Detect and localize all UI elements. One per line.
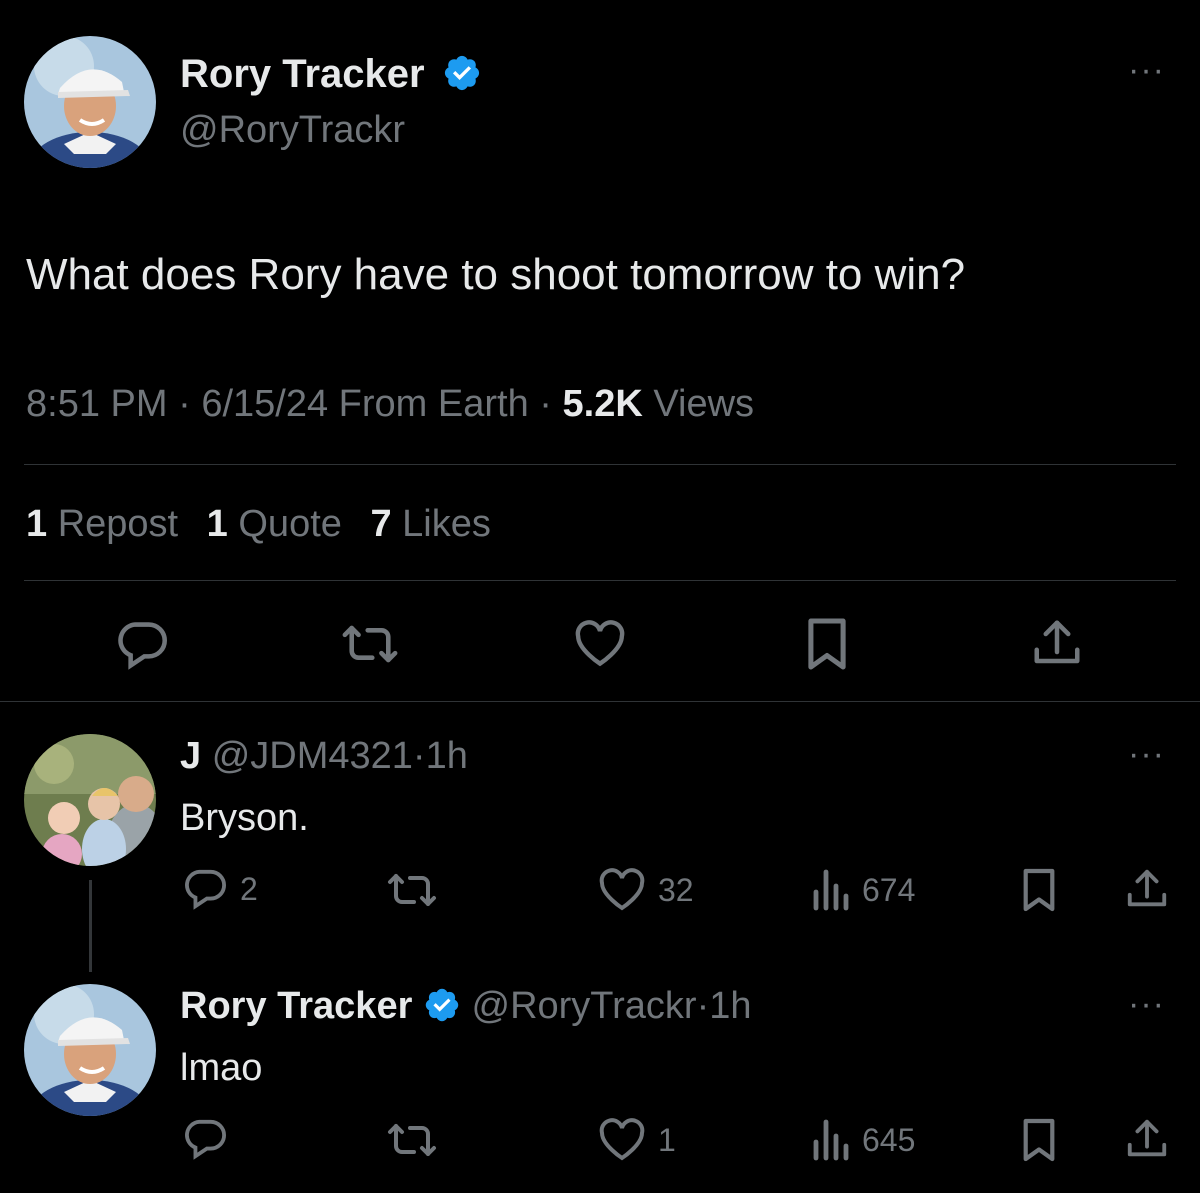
repost-button[interactable] (384, 1120, 440, 1160)
avatar[interactable] (24, 36, 156, 168)
more-icon[interactable]: ··· (1128, 53, 1165, 87)
reply-button[interactable]: 2 (182, 868, 258, 910)
author-handle[interactable]: @JDM4321 (212, 735, 413, 777)
divider (24, 464, 1176, 465)
bookmark-button[interactable] (1020, 1116, 1058, 1164)
divider (0, 701, 1200, 702)
reply-count: 2 (240, 870, 258, 907)
divider (24, 580, 1176, 581)
tweet-time[interactable]: 8:51 PM (26, 383, 168, 425)
meta-separator: · (178, 383, 191, 425)
like-count: 1 (658, 1121, 676, 1158)
author-handle[interactable]: @RoryTrackr (472, 985, 697, 1027)
avatar-image (24, 36, 156, 168)
views-count: 645 (862, 1121, 916, 1158)
verified-icon (425, 988, 459, 1022)
reply-header: J @JDM4321·1h (180, 732, 468, 780)
reply-button[interactable] (114, 620, 170, 670)
reply-text: Bryson. (180, 797, 309, 839)
verified-icon (444, 56, 479, 91)
views-count: 5.2K (562, 383, 643, 425)
like-icon (599, 868, 645, 911)
share-icon (1127, 1119, 1167, 1157)
views-label: Views (653, 383, 755, 425)
repost-icon (388, 874, 436, 906)
tweet-meta: 8:51 PM · 6/15/24 From Earth · 5.2K View… (26, 380, 754, 428)
share-icon (1127, 869, 1167, 907)
reply-icon (118, 622, 167, 670)
repost-icon (342, 625, 398, 663)
more-icon[interactable]: ··· (1128, 737, 1165, 771)
reply-header: Rory Tracker @RoryTrackr·1h (180, 982, 752, 1030)
avatar-image (24, 984, 156, 1116)
bookmark-icon (808, 618, 846, 670)
thread-line (89, 880, 92, 972)
views-count: 674 (862, 871, 916, 908)
like-button[interactable]: 1 (598, 1118, 676, 1162)
repost-button[interactable] (384, 870, 440, 910)
author-handle[interactable]: @RoryTrackr (180, 106, 405, 154)
bookmark-icon (1023, 868, 1055, 912)
bookmark-button[interactable] (1020, 866, 1058, 914)
avatar-image (24, 734, 156, 866)
reply-age[interactable]: 1h (426, 735, 468, 777)
meta-separator: · (412, 735, 426, 777)
author-name-text[interactable]: Rory Tracker (180, 52, 425, 96)
share-button[interactable] (1030, 616, 1084, 670)
meta-separator: · (696, 985, 710, 1027)
engagement-stats: 1 Repost 1 Quote 7 Likes (26, 500, 509, 548)
like-button[interactable]: 32 (598, 868, 694, 912)
views-icon (813, 869, 849, 911)
share-button[interactable] (1124, 1116, 1170, 1162)
reply-icon (185, 1119, 226, 1160)
reply-icon (185, 869, 226, 910)
repost-icon (388, 1124, 436, 1156)
likes-stat[interactable]: 7 Likes (370, 503, 490, 545)
bookmark-button[interactable] (804, 616, 850, 672)
author-name[interactable]: Rory Tracker (180, 50, 482, 98)
avatar[interactable] (24, 984, 156, 1116)
share-icon (1034, 620, 1080, 664)
views-icon (813, 1119, 849, 1161)
like-icon (575, 620, 625, 667)
views-button[interactable]: 674 (810, 868, 915, 912)
repost-button[interactable] (338, 620, 402, 668)
views-button[interactable]: 645 (810, 1118, 915, 1162)
reposts-stat[interactable]: 1 Repost (26, 503, 178, 545)
meta-separator: · (539, 383, 552, 425)
author-name[interactable]: J (180, 735, 201, 777)
tweet-text: What does Rory have to shoot tomorrow to… (26, 250, 966, 299)
reply-age[interactable]: 1h (709, 985, 751, 1027)
quotes-stat[interactable]: 1 Quote (207, 503, 342, 545)
reply-text: lmao (180, 1047, 263, 1089)
like-icon (599, 1118, 645, 1161)
bookmark-icon (1023, 1118, 1055, 1162)
avatar[interactable] (24, 734, 156, 866)
share-button[interactable] (1124, 866, 1170, 912)
like-count: 32 (658, 871, 694, 908)
more-icon[interactable]: ··· (1128, 987, 1165, 1021)
tweet-date[interactable]: 6/15/24 (201, 383, 328, 425)
like-button[interactable] (572, 620, 628, 668)
author-name[interactable]: Rory Tracker (180, 985, 412, 1027)
tweet-source: From Earth (338, 383, 529, 425)
reply-button[interactable] (182, 1118, 228, 1160)
